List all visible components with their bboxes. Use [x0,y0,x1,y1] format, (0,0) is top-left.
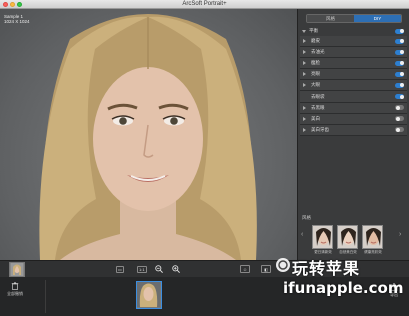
adjustment-row[interactable]: 瘦脸 [300,58,407,70]
export-icon [390,282,398,291]
adjustment-label: 去眼袋 [311,93,325,99]
section-label: 平衡 [309,28,318,33]
adjustment-label: 瘦脸 [311,60,320,66]
undo-all-button[interactable]: 全部撤销 [4,282,26,297]
chevron-right-icon [303,116,306,121]
export-button[interactable]: 导出 [383,282,405,298]
adjustment-toggle[interactable] [395,127,404,133]
adjustment-list: 磨皮 去油光 瘦脸 亮眼 大眼 去眼袋 去黑眼 美白 美白牙齿 [300,36,407,136]
adjustment-row[interactable]: 亮眼 [300,69,407,81]
zoom-out-icon[interactable] [154,264,164,274]
filmstrip: 全部撤销 导出 [0,277,409,316]
compare-icon[interactable]: ◧ [261,265,271,273]
image-size: 1024 X 1024 [4,19,30,24]
image-info: Sample 1 1024 X 1024 [4,14,30,24]
section-toggle[interactable] [395,28,404,34]
face-detect-icon[interactable]: ☺ [240,265,250,273]
chevron-down-icon [302,29,306,33]
adjustment-label: 美白牙齿 [311,126,329,132]
preset-caption: 健康亮彩效 [364,250,382,254]
adjustment-label: 亮眼 [311,71,320,77]
adjustment-label: 去黑眼 [311,104,325,110]
preset-caption: 更日清新效 [314,250,332,254]
adjustment-row[interactable]: 去黑眼 [300,102,407,114]
title-bar: ArcSoft Portrait+ [0,0,409,9]
adjustment-toggle[interactable] [395,49,404,55]
adjustment-row[interactable]: 美白 [300,113,407,125]
preset-thumbnail[interactable] [362,225,383,249]
chevron-right-icon [303,50,306,55]
portrait-photo [39,14,257,260]
adjustment-label: 美白 [311,115,320,121]
preset-caption: 自然美白效 [339,250,357,254]
adjustment-toggle[interactable] [395,105,404,111]
adjustment-row[interactable]: 磨皮 [300,36,407,48]
adjustment-toggle[interactable] [395,94,404,100]
tab-diy[interactable]: DIY [354,15,401,22]
face-select-button[interactable] [9,262,25,277]
chevron-right-icon [303,83,306,88]
adjustment-label: 磨皮 [311,38,320,44]
face-thumbnail-icon [11,263,23,276]
zoom-in-icon[interactable] [171,264,181,274]
adjustment-label: 去油光 [311,49,325,55]
chevron-right-icon[interactable]: › [399,231,401,238]
trash-icon [11,282,19,290]
preset-thumbnail[interactable] [337,225,358,249]
photo-canvas[interactable]: Sample 1 1024 X 1024 [0,9,297,260]
chevron-right-icon [303,72,306,77]
tab-style[interactable]: 风格 [307,15,354,22]
adjustment-toggle[interactable] [395,116,404,122]
adjustment-row[interactable]: 去油光 [300,47,407,59]
adjustments-panel: 风格 DIY 平衡 磨皮 去油光 瘦脸 亮眼 大眼 去眼袋 去黑眼 美白 美白牙… [297,9,409,260]
filmstrip-thumbnail[interactable] [136,281,162,309]
undo-all-label: 全部撤销 [7,291,23,296]
adjustment-label: 大眼 [311,82,320,88]
app-title: ArcSoft Portrait+ [182,1,227,7]
chevron-right-icon [303,39,306,44]
export-label: 导出 [390,292,398,297]
section-balance[interactable]: 平衡 [300,27,407,35]
adjustment-toggle[interactable] [395,60,404,66]
fit-screen-button[interactable]: ▭ [116,266,124,273]
presets-label: 风格 [302,215,311,220]
adjustment-toggle[interactable] [395,38,404,44]
adjustment-row[interactable]: 大眼 [300,80,407,92]
bottom-toolbar: ▭ 1:1 ☺ ◧ [0,260,409,277]
adjustment-row[interactable]: 美白牙齿 [300,124,407,136]
adjustment-row[interactable]: 去眼袋 [300,91,407,103]
chevron-right-icon [303,127,306,132]
preset-thumbnail[interactable] [312,225,333,249]
chevron-left-icon[interactable]: ‹ [301,231,303,238]
actual-size-button[interactable]: 1:1 [137,266,147,273]
mode-segmented-control: 风格 DIY [306,14,402,23]
chevron-right-icon [303,105,306,110]
chevron-right-icon [303,61,306,66]
adjustment-toggle[interactable] [395,82,404,88]
adjustment-toggle[interactable] [395,71,404,77]
filmstrip-divider [45,280,46,313]
